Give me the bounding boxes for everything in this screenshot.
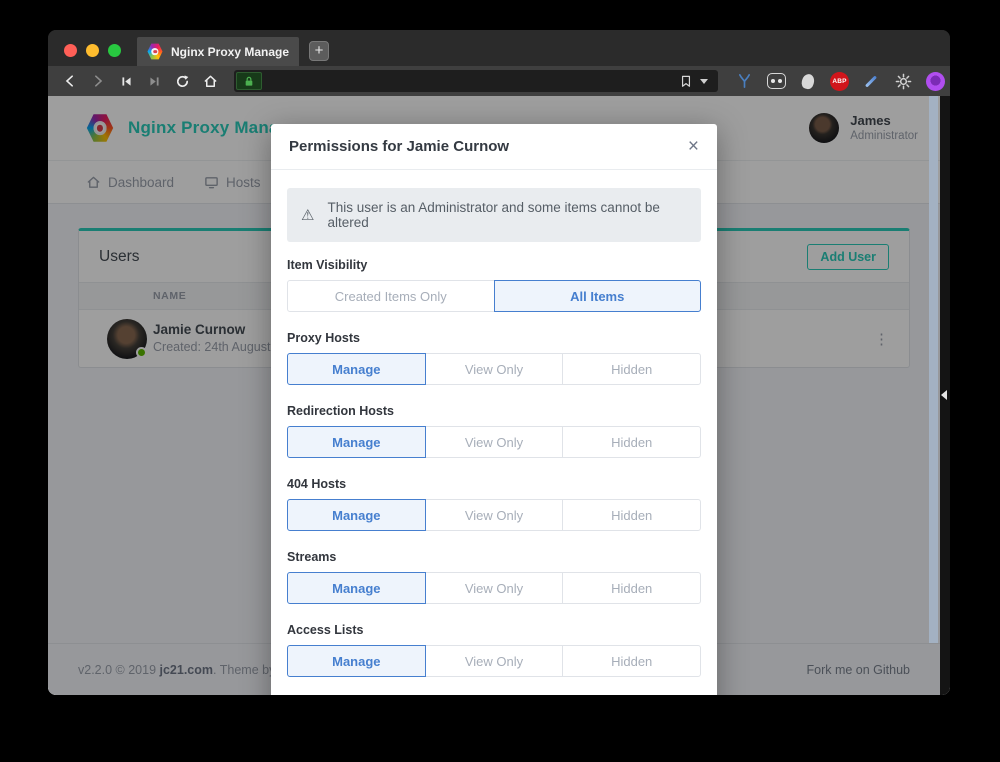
macos-traffic-lights <box>64 44 121 57</box>
streams-hidden-button[interactable]: Hidden <box>562 572 701 604</box>
forward-icon[interactable] <box>86 70 110 92</box>
close-icon[interactable]: × <box>688 137 699 156</box>
warning-icon: ⚠ <box>301 206 314 224</box>
visibility-all-items-button[interactable]: All Items <box>494 280 702 312</box>
zoom-window-button[interactable] <box>108 44 121 57</box>
proxy-hosts-group: Manage View Only Hidden <box>287 353 701 385</box>
visibility-created-items-only-button[interactable]: Created Items Only <box>287 280 495 312</box>
bookmark-icon[interactable] <box>680 75 692 88</box>
redirection-hosts-hidden-button[interactable]: Hidden <box>562 426 701 458</box>
redirection-hosts-view-only-button[interactable]: View Only <box>425 426 564 458</box>
access-lists-manage-button[interactable]: Manage <box>287 645 426 677</box>
item-visibility-group: Created Items Only All Items <box>287 280 701 312</box>
home-icon[interactable] <box>198 70 222 92</box>
streams-group: Manage View Only Hidden <box>287 572 701 604</box>
extension-icons-row: ABP <box>734 71 950 91</box>
browser-panel-edge <box>940 96 950 695</box>
admin-warning-alert: ⚠ This user is an Administrator and some… <box>287 188 701 242</box>
access-lists-label: Access Lists <box>287 623 701 637</box>
streams-label: Streams <box>287 550 701 564</box>
404-hosts-view-only-button[interactable]: View Only <box>425 499 564 531</box>
modal-title: Permissions for Jamie Curnow <box>289 138 509 155</box>
access-lists-group: Manage View Only Hidden <box>287 645 701 677</box>
404-hosts-label: 404 Hosts <box>287 477 701 491</box>
404-hosts-manage-button[interactable]: Manage <box>287 499 426 531</box>
streams-view-only-button[interactable]: View Only <box>425 572 564 604</box>
gear-extension-icon[interactable] <box>893 71 913 91</box>
minimize-window-button[interactable] <box>86 44 99 57</box>
redirection-hosts-label: Redirection Hosts <box>287 404 701 418</box>
access-lists-hidden-button[interactable]: Hidden <box>562 645 701 677</box>
redirection-hosts-group: Manage View Only Hidden <box>287 426 701 458</box>
access-lists-view-only-button[interactable]: View Only <box>425 645 564 677</box>
browser-tab-bar: Nginx Proxy Manager + <box>48 30 950 66</box>
address-bar[interactable] <box>234 70 718 92</box>
browser-toolbar: ABP <box>48 66 950 96</box>
item-visibility-label: Item Visibility <box>287 258 701 272</box>
proxy-hosts-view-only-button[interactable]: View Only <box>425 353 564 385</box>
tab-title: Nginx Proxy Manager <box>171 45 289 59</box>
adblock-plus-icon[interactable]: ABP <box>830 72 849 91</box>
screenshot-stage: Nginx Proxy Manager + <box>0 0 1000 762</box>
browser-tab[interactable]: Nginx Proxy Manager <box>137 37 299 66</box>
permissions-modal: Permissions for Jamie Curnow × ⚠ This us… <box>271 124 717 695</box>
fast-forward-icon[interactable] <box>142 70 166 92</box>
alert-text: This user is an Administrator and some i… <box>327 200 687 230</box>
new-tab-button[interactable]: + <box>309 41 329 61</box>
favicon-nginx-proxy-manager <box>147 43 163 60</box>
goggles-extension-icon[interactable] <box>766 71 786 91</box>
page-scrollbar[interactable] <box>929 96 938 643</box>
browser-viewport: Nginx Proxy Manager James Administrator <box>48 96 950 695</box>
proxy-hosts-label: Proxy Hosts <box>287 331 701 345</box>
404-hosts-group: Manage View Only Hidden <box>287 499 701 531</box>
back-icon[interactable] <box>58 70 82 92</box>
panel-toggle-icon[interactable] <box>941 390 947 400</box>
redirection-hosts-manage-button[interactable]: Manage <box>287 426 426 458</box>
close-window-button[interactable] <box>64 44 77 57</box>
bookmark-dropdown-icon[interactable] <box>700 79 708 84</box>
fork-extension-icon[interactable] <box>734 71 754 91</box>
browser-window: Nginx Proxy Manager + <box>48 30 950 695</box>
proxy-hosts-hidden-button[interactable]: Hidden <box>562 353 701 385</box>
reload-icon[interactable] <box>170 70 194 92</box>
streams-manage-button[interactable]: Manage <box>287 572 426 604</box>
foot-extension-icon[interactable] <box>798 71 818 91</box>
ssl-lock-icon[interactable] <box>236 72 262 90</box>
pen-extension-icon[interactable] <box>861 71 881 91</box>
proxy-hosts-manage-button[interactable]: Manage <box>287 353 426 385</box>
rewind-icon[interactable] <box>114 70 138 92</box>
404-hosts-hidden-button[interactable]: Hidden <box>562 499 701 531</box>
purple-orb-extension-icon[interactable] <box>925 71 945 91</box>
